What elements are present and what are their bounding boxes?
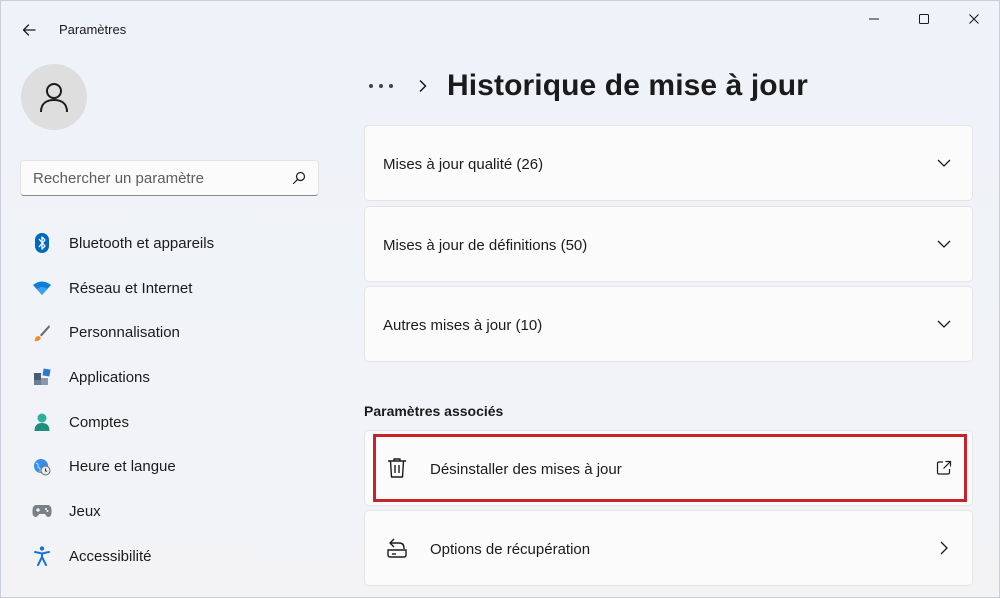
search-box [20, 160, 319, 196]
apps-icon [32, 367, 52, 387]
breadcrumb: Historique de mise à jour [363, 61, 808, 111]
search-icon[interactable] [291, 170, 307, 186]
chevron-down-icon [937, 320, 951, 328]
accessibility-icon [32, 546, 52, 567]
account-icon [32, 412, 52, 432]
sidebar-item-gaming[interactable]: Jeux [21, 489, 321, 534]
breadcrumb-chevron-icon [413, 76, 433, 96]
recovery-icon [387, 538, 407, 558]
maximize-icon [919, 14, 929, 24]
search-input[interactable] [21, 161, 281, 195]
title-bar: Paramètres [1, 1, 1000, 57]
brush-icon [32, 323, 52, 343]
trash-icon [388, 458, 406, 478]
recovery-options-label: Options de récupération [430, 541, 591, 558]
open-external-icon [936, 460, 952, 475]
sidebar-item-bluetooth[interactable]: Bluetooth et appareils [21, 221, 321, 266]
settings-window: Paramètres Rechercher un paramètre Bluet… [0, 0, 1000, 598]
globe-clock-icon [32, 457, 52, 477]
sidebar-item-network[interactable]: Réseau et Internet [21, 266, 321, 311]
recovery-options-link[interactable]: Options de récupération [364, 510, 973, 586]
sidebar-item-apps[interactable]: Applications [21, 355, 321, 400]
sidebar-item-accessibility[interactable]: Accessibilité [21, 534, 321, 579]
update-group-label: Autres mises à jour (10) [383, 317, 543, 334]
sidebar-item-time-language[interactable]: Heure et langue [21, 444, 321, 489]
update-group-definitions[interactable]: Mises à jour de définitions (50) [364, 206, 973, 282]
uninstall-updates-label: Désinstaller des mises à jour [430, 461, 622, 478]
sidebar-item-label: Personnalisation [69, 324, 180, 342]
chevron-right-icon [940, 541, 948, 555]
maximize-button[interactable] [899, 1, 949, 37]
sidebar-nav: Bluetooth et appareils Réseau et Interne… [21, 221, 321, 579]
avatar[interactable] [21, 64, 87, 130]
page-title: Historique de mise à jour [447, 69, 808, 102]
user-icon [40, 83, 68, 113]
minimize-icon [869, 18, 879, 20]
app-title: Paramètres [59, 22, 127, 37]
update-group-other[interactable]: Autres mises à jour (10) [364, 286, 973, 362]
chevron-down-icon [937, 240, 951, 248]
wifi-icon [32, 278, 52, 298]
more-icon [369, 84, 393, 88]
sidebar-item-label: Jeux [69, 502, 101, 520]
chevron-down-icon [937, 159, 951, 167]
related-settings-title: Paramètres associés [364, 403, 504, 419]
bluetooth-icon [32, 233, 52, 254]
sidebar-item-personalization[interactable]: Personnalisation [21, 310, 321, 355]
back-arrow-icon [22, 24, 36, 36]
update-group-label: Mises à jour de définitions (50) [383, 237, 588, 254]
minimize-button[interactable] [849, 1, 899, 37]
gamepad-icon [32, 501, 52, 521]
sidebar-item-accounts[interactable]: Comptes [21, 400, 321, 445]
uninstall-updates-link[interactable]: Désinstaller des mises à jour [364, 430, 973, 506]
sidebar-item-label: Bluetooth et appareils [69, 234, 215, 252]
update-group-label: Mises à jour qualité (26) [383, 156, 544, 173]
back-button[interactable] [13, 15, 45, 45]
sidebar-item-label: Comptes [69, 413, 130, 431]
close-button[interactable] [949, 1, 999, 37]
breadcrumb-more-button[interactable] [361, 71, 401, 101]
sidebar-item-label: Heure et langue [69, 458, 176, 476]
update-group-quality[interactable]: Mises à jour qualité (26) [364, 125, 973, 201]
sidebar-item-label: Accessibilité [69, 547, 152, 565]
sidebar-item-label: Applications [69, 368, 150, 386]
close-icon [969, 14, 979, 24]
sidebar-item-label: Réseau et Internet [69, 279, 193, 297]
